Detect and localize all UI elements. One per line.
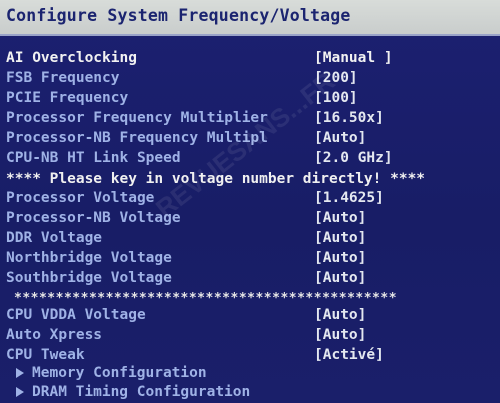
setting-auto-xpress[interactable]: Auto Xpress [Auto] [0, 326, 500, 345]
setting-ai-overclocking[interactable]: AI Overclocking [Manual ] [0, 49, 500, 68]
setting-value[interactable]: [Activé] [314, 346, 384, 365]
submenu-memory-configuration[interactable]: Memory Configuration [0, 364, 500, 383]
setting-label: Processor-NB Voltage [6, 210, 181, 226]
setting-processor-frequency-multiplier[interactable]: Processor Frequency Multiplier [16.50x] [0, 109, 500, 128]
setting-ddr-voltage[interactable]: DDR Voltage [Auto] [0, 229, 500, 248]
submenu-label: DRAM Timing Configuration [32, 384, 251, 400]
setting-label: CPU-NB HT Link Speed [6, 150, 181, 166]
setting-label: PCIE Frequency [6, 90, 129, 106]
triangle-right-icon [16, 368, 24, 378]
setting-value[interactable]: [Auto] [314, 269, 366, 288]
setting-value[interactable]: [Auto] [314, 129, 366, 148]
setting-label: Processor Frequency Multiplier [6, 110, 268, 126]
setting-fsb-frequency[interactable]: FSB Frequency [200] [0, 69, 500, 88]
setting-value[interactable]: [1.4625] [314, 189, 384, 208]
setting-label: Northbridge Voltage [6, 250, 172, 266]
page-title: Configure System Frequency/Voltage [6, 6, 351, 25]
bios-screen: Configure System Frequency/Voltage AI Ov… [0, 0, 500, 403]
setting-processor-voltage[interactable]: Processor Voltage [1.4625] [0, 189, 500, 208]
setting-processor-nb-frequency-multiplier[interactable]: Processor-NB Frequency Multipl [Auto] [0, 129, 500, 148]
setting-value[interactable]: [Auto] [314, 306, 366, 325]
setting-value[interactable]: [Manual ] [314, 49, 393, 68]
setting-cpu-vdda-voltage[interactable]: CPU VDDA Voltage [Auto] [0, 306, 500, 325]
submenu-label: Memory Configuration [32, 365, 207, 381]
setting-label: Processor Voltage [6, 190, 155, 206]
setting-label: Southbridge Voltage [6, 270, 172, 286]
setting-value[interactable]: [2.0 GHz] [314, 149, 393, 168]
setting-value[interactable]: [100] [314, 89, 358, 108]
setting-value[interactable]: [Auto] [314, 249, 366, 268]
setting-value[interactable]: [Auto] [314, 326, 366, 345]
setting-label: CPU VDDA Voltage [6, 307, 146, 323]
setting-label: Processor-NB Frequency Multipl [6, 130, 268, 146]
setting-label: CPU Tweak [6, 347, 85, 363]
title-divider [0, 34, 500, 36]
title-bar: Configure System Frequency/Voltage [0, 0, 500, 34]
setting-value[interactable]: [Auto] [314, 229, 366, 248]
setting-label: DDR Voltage [6, 230, 103, 246]
setting-cpu-tweak[interactable]: CPU Tweak [Activé] [0, 346, 500, 365]
setting-label: FSB Frequency [6, 70, 120, 86]
setting-label: AI Overclocking [6, 50, 137, 66]
voltage-notice: **** Please key in voltage number direct… [6, 171, 426, 187]
setting-value[interactable]: [200] [314, 69, 358, 88]
triangle-right-icon [16, 387, 24, 397]
submenu-dram-timing-configuration[interactable]: DRAM Timing Configuration [0, 383, 500, 402]
setting-label: Auto Xpress [6, 327, 103, 343]
setting-value[interactable]: [Auto] [314, 209, 366, 228]
setting-cpu-nb-ht-link-speed[interactable]: CPU-NB HT Link Speed [2.0 GHz] [0, 149, 500, 168]
setting-southbridge-voltage[interactable]: Southbridge Voltage [Auto] [0, 269, 500, 288]
submenu-item: Memory Configuration [16, 364, 207, 383]
setting-pcie-frequency[interactable]: PCIE Frequency [100] [0, 89, 500, 108]
submenu-item: DRAM Timing Configuration [16, 383, 250, 402]
setting-value[interactable]: [16.50x] [314, 109, 384, 128]
setting-processor-nb-voltage[interactable]: Processor-NB Voltage [Auto] [0, 209, 500, 228]
setting-northbridge-voltage[interactable]: Northbridge Voltage [Auto] [0, 249, 500, 268]
